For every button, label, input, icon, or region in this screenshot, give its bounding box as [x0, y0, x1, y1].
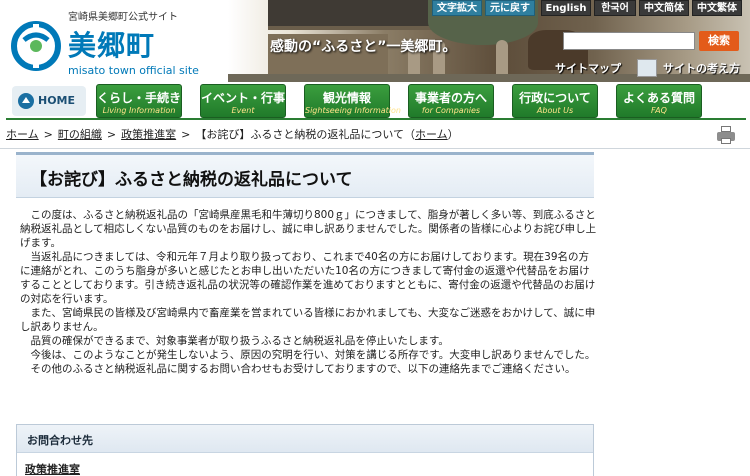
article-paragraph: 品質の確保ができるまで、対象事業者が取り扱うふるさと納税返礼品を停止いたします。	[30, 335, 449, 347]
nav-item-label: くらし・手続き	[97, 91, 182, 105]
breadcrumb-return-home-link[interactable]: ホーム	[415, 128, 448, 141]
nav-item-sublabel: About Us	[536, 106, 574, 115]
breadcrumb-home-link[interactable]: ホーム	[6, 128, 39, 141]
article-body: この度は、ふるさと納税返礼品の「宮崎県産黒毛和牛薄切り800ｇ」につきまして、脂…	[20, 208, 598, 376]
nav-item-label: 事業者の方へ	[414, 91, 487, 105]
site-header: 宮崎県美郷町公式サイト 美郷町 misato town official sit…	[0, 0, 750, 82]
article-paragraph: また、宮崎県民の皆様及び宮崎県内で畜産業を営まれている皆様におかれましても、大変…	[20, 307, 596, 333]
site-policy-icon[interactable]	[637, 59, 657, 77]
nav-item-label: イベント・行事	[201, 91, 286, 105]
nav-divider	[6, 118, 746, 120]
nav-item-label: 行政について	[519, 91, 591, 105]
breadcrumb-paren-open: （	[404, 128, 415, 141]
breadcrumb-separator: >	[181, 128, 191, 141]
town-emblem-icon	[11, 21, 61, 71]
contact-section: お問合わせ先 政策推進室	[16, 424, 594, 476]
breadcrumb-dept-link[interactable]: 政策推進室	[121, 128, 176, 141]
hero-slogan: 感動の“ふるさと”一美郷町。	[270, 39, 457, 55]
lang-english-button[interactable]: English	[541, 0, 591, 16]
article-paragraph: この度は、ふるさと納税返礼品の「宮崎県産黒毛和牛薄切り800ｇ」につきまして、脂…	[20, 209, 597, 249]
breadcrumb-org-link[interactable]: 町の組織	[58, 128, 102, 141]
lang-korean-button[interactable]: 한국어	[594, 0, 636, 16]
nav-item-living[interactable]: くらし・手続き Living Information	[96, 84, 182, 118]
breadcrumb: ホーム > 町の組織 > 政策推進室 > 【お詫び】ふるさと納税の返礼品について（ホーム）	[6, 126, 706, 144]
header-divider	[0, 148, 750, 149]
contact-department-link[interactable]: 政策推進室	[25, 461, 80, 476]
home-icon	[18, 93, 34, 109]
nav-item-label: 観光情報	[322, 91, 371, 105]
nav-item-about[interactable]: 行政について About Us	[512, 84, 598, 118]
search-button[interactable]: 検索	[699, 31, 739, 51]
breadcrumb-separator: >	[106, 128, 117, 141]
nav-item-label: よくある質問	[622, 91, 695, 105]
nav-home-label: HOME	[38, 94, 76, 107]
nav-item-sightseeing[interactable]: 観光情報 Sightseeing Information	[304, 84, 401, 118]
lang-chinese-simplified-button[interactable]: 中文简体	[639, 0, 689, 16]
nav-item-sublabel: for Companies	[421, 106, 481, 115]
site-english-name: misato town official site	[68, 64, 199, 77]
breadcrumb-separator: >	[43, 128, 53, 141]
text-enlarge-button[interactable]: 文字拡大	[432, 0, 482, 16]
breadcrumb-current: 【お詫び】ふるさと納税の返礼品について	[195, 128, 404, 141]
nav-item-companies[interactable]: 事業者の方へ for Companies	[408, 84, 494, 118]
nav-item-sublabel: Event	[231, 106, 255, 115]
site-subtitle: 宮崎県美郷町公式サイト	[68, 12, 178, 23]
search-input[interactable]	[563, 32, 695, 50]
nav-item-sublabel: Sightseeing Information	[305, 106, 401, 115]
page-title-box: 【お詫び】ふるさと納税の返礼品について	[16, 152, 594, 198]
nav-item-sublabel: Living Information	[102, 106, 176, 115]
printer-paper-shape	[721, 138, 731, 144]
contact-heading: お問合わせ先	[27, 434, 93, 447]
nav-item-faq[interactable]: よくある質問 FAQ	[616, 84, 702, 118]
nav-item-event[interactable]: イベント・行事 Event	[200, 84, 286, 118]
hero-roof-shape	[268, 0, 438, 30]
article-paragraph: 今後は、このようなことが発生しないよう、原因の究明を行い、対策を講じる所存です。…	[30, 349, 596, 361]
nav-home-button[interactable]: HOME	[12, 86, 86, 116]
lang-chinese-traditional-button[interactable]: 中文繁体	[692, 0, 742, 16]
text-reset-button[interactable]: 元に戻す	[485, 0, 535, 16]
sitemap-link[interactable]: サイトマップ	[555, 60, 621, 76]
page-title: 【お詫び】ふるさと納税の返礼品について	[30, 170, 353, 190]
article-paragraph: その他のふるさと納税返礼品に関するお問い合わせもお受けしておりますので、以下の連…	[30, 363, 576, 375]
article-paragraph: 当返礼品につきましては、令和元年７月より取り扱っており、これまで40名の方にお届…	[20, 251, 596, 305]
global-navigation: HOME くらし・手続き Living Information イベント・行事 …	[6, 82, 746, 120]
contact-heading-bar: お問合わせ先	[17, 425, 593, 453]
site-name: 美郷町	[68, 29, 156, 62]
nav-item-sublabel: FAQ	[651, 106, 667, 115]
print-icon[interactable]	[716, 126, 736, 144]
breadcrumb-paren-close: ）	[447, 128, 459, 141]
site-logo[interactable]: 宮崎県美郷町公式サイト 美郷町 misato town official sit…	[6, 6, 226, 78]
site-policy-link[interactable]: サイトの考え方	[663, 60, 740, 76]
